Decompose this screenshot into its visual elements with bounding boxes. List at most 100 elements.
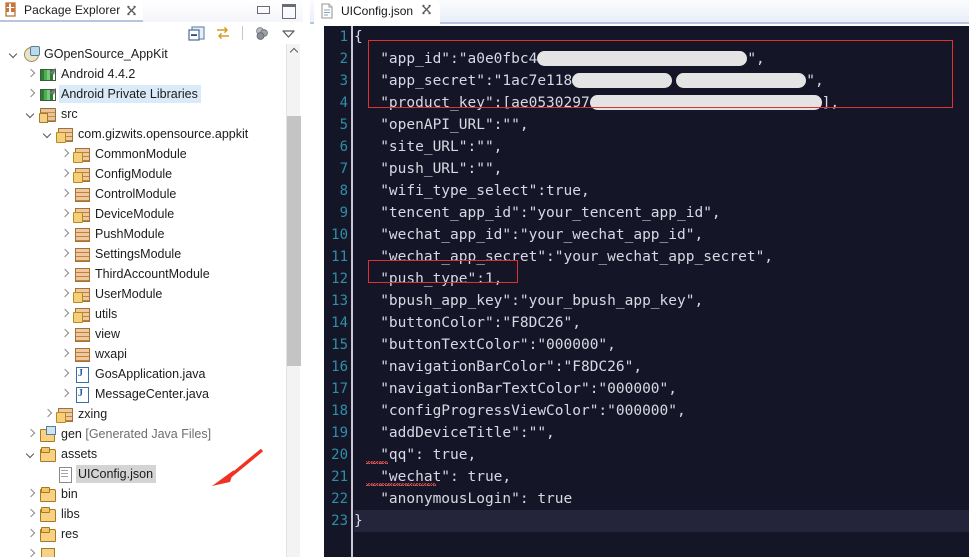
code-line[interactable]: "wechat_app_secret":"your_wechat_app_sec… (354, 246, 969, 268)
code-line[interactable]: "navigationBarColor":"F8DC26", (354, 356, 969, 378)
code-line[interactable]: "site_URL":"", (354, 136, 969, 158)
tree-item-label: ThirdAccountModule (93, 265, 213, 283)
tree-item-thirdaccountmodule[interactable]: ThirdAccountModule (0, 264, 286, 284)
chevron-right-icon[interactable] (23, 506, 39, 522)
link-with-editor-icon[interactable] (214, 25, 232, 42)
chevron-right-icon[interactable] (57, 326, 73, 342)
code-line[interactable]: "openAPI_URL":"", (354, 114, 969, 136)
focus-on-active-task-icon[interactable] (253, 25, 271, 42)
view-menu-icon[interactable] (279, 25, 297, 42)
scroll-up-arrow-icon[interactable] (287, 44, 301, 58)
minimize-view-button[interactable] (256, 3, 270, 16)
tree-item-devicemodule[interactable]: DeviceModule (0, 204, 286, 224)
chevron-down-icon[interactable] (23, 106, 39, 122)
tree-item-gopensource-appkit[interactable]: GOpenSource_AppKit (0, 44, 286, 64)
code-text: "bpush_app_key":"your_bpush_app_key", (354, 293, 703, 309)
code-line[interactable]: "wechat": true, (354, 466, 969, 488)
code-line[interactable]: "app_secret":"1ac7e118", (354, 70, 969, 92)
code-line[interactable]: "addDeviceTitle":"", (354, 422, 969, 444)
code-line[interactable]: "app_id":"a0e0fbc4", (354, 48, 969, 70)
code-line[interactable]: "tencent_app_id":"your_tencent_app_id", (354, 202, 969, 224)
code-line[interactable]: "product_key":[ae0530297], (354, 92, 969, 114)
chevron-right-icon[interactable] (23, 66, 39, 82)
chevron-down-icon[interactable] (40, 126, 56, 142)
scrollbar-thumb[interactable] (287, 116, 301, 366)
tree-item-android-private-libraries[interactable]: Android Private Libraries (0, 84, 286, 104)
tree-item-res[interactable]: res (0, 524, 286, 544)
code-line[interactable]: "wechat_app_id":"your_wechat_app_id", (354, 224, 969, 246)
chevron-right-icon[interactable] (57, 206, 73, 222)
tree-item-bin[interactable]: bin (0, 484, 286, 504)
chevron-right-icon[interactable] (57, 166, 73, 182)
tree-item-commonmodule[interactable]: CommonModule (0, 144, 286, 164)
code-line[interactable]: "configProgressViewColor":"000000", (354, 400, 969, 422)
chevron-right-icon[interactable] (23, 86, 39, 102)
tree-item-zxing[interactable]: zxing (0, 404, 286, 424)
close-icon[interactable] (126, 5, 137, 16)
tree-item-libs[interactable]: libs (0, 504, 286, 524)
chevron-right-icon[interactable] (57, 386, 73, 402)
code-line[interactable]: "qq": true, (354, 444, 969, 466)
code-line[interactable]: "anonymousLogin": true (354, 488, 969, 510)
chevron-right-icon[interactable] (57, 246, 73, 262)
tree-item-gosapplication-java[interactable]: GosApplication.java (0, 364, 286, 384)
tree-item-uiconfig-json[interactable]: UIConfig.json (0, 464, 286, 484)
json-code-editor[interactable]: 1234567891011121314151617181920212223 { … (324, 26, 969, 557)
chevron-right-icon[interactable] (57, 286, 73, 302)
chevron-right-icon[interactable] (57, 306, 73, 322)
chevron-right-icon[interactable] (57, 266, 73, 282)
panel-splitter[interactable] (303, 0, 310, 557)
code-line[interactable]: } (354, 510, 969, 532)
tree-item-usermodule[interactable]: UserModule (0, 284, 286, 304)
tree-item-gen[interactable]: gen [Generated Java Files] (0, 424, 286, 444)
chevron-right-icon[interactable] (23, 486, 39, 502)
tree-item-label: SettingsModule (93, 245, 184, 263)
chevron-right-icon[interactable] (57, 346, 73, 362)
code-line[interactable]: "buttonColor":"F8DC26", (354, 312, 969, 334)
tree-item-src[interactable]: src (0, 104, 286, 124)
sidebar-vertical-scrollbar[interactable] (286, 44, 300, 557)
chevron-right-icon[interactable] (23, 426, 39, 442)
tree-item-wxapi[interactable]: wxapi (0, 344, 286, 364)
chevron-right-icon[interactable] (23, 526, 39, 542)
line-number: 15 (324, 334, 350, 356)
tree-item-view[interactable]: view (0, 324, 286, 344)
code-text: "wechat_app_secret":"your_wechat_app_sec… (354, 249, 773, 265)
tree-item-configmodule[interactable]: ConfigModule (0, 164, 286, 184)
tree-item-utils[interactable]: utils (0, 304, 286, 324)
code-line[interactable]: "navigationBarTextColor":"000000", (354, 378, 969, 400)
chevron-right-icon[interactable] (57, 226, 73, 242)
code-line[interactable]: "push_type":1, (354, 268, 969, 290)
code-content[interactable]: { "app_id":"a0e0fbc4", "app_secret":"1ac… (354, 26, 969, 557)
tab-uiconfig-json[interactable]: UIConfig.json (314, 0, 440, 24)
tree-item-controlmodule[interactable]: ControlModule (0, 184, 286, 204)
tab-package-explorer[interactable]: Package Explorer (0, 0, 143, 22)
chevron-right-icon[interactable] (23, 546, 39, 557)
maximize-view-button[interactable] (281, 3, 295, 16)
code-line[interactable]: "buttonTextColor":"000000", (354, 334, 969, 356)
chevron-right-icon[interactable] (40, 406, 56, 422)
line-number: 3 (324, 70, 350, 92)
tree-item-partial[interactable] (0, 544, 286, 557)
collapse-all-icon[interactable] (188, 25, 206, 42)
package-warn-icon (56, 406, 74, 422)
tree-item-pushmodule[interactable]: PushModule (0, 224, 286, 244)
tree-item-messagecenter-java[interactable]: MessageCenter.java (0, 384, 286, 404)
project-tree[interactable]: GOpenSource_AppKitAndroid 4.4.2Android P… (0, 44, 286, 557)
code-line[interactable]: "push_URL":"", (354, 158, 969, 180)
chevron-down-icon[interactable] (6, 46, 22, 62)
chevron-down-icon[interactable] (23, 446, 39, 462)
chevron-right-icon[interactable] (57, 146, 73, 162)
tree-item-com-gizwits-opensource-appkit[interactable]: com.gizwits.opensource.appkit (0, 124, 286, 144)
code-line[interactable]: { (354, 26, 969, 48)
tree-item-label: GOpenSource_AppKit (42, 45, 171, 63)
tree-item-android-4-4-2[interactable]: Android 4.4.2 (0, 64, 286, 84)
chevron-right-icon[interactable] (57, 366, 73, 382)
close-icon[interactable] (421, 4, 432, 18)
code-line[interactable]: "wifi_type_select":true, (354, 180, 969, 202)
tree-item-settingsmodule[interactable]: SettingsModule (0, 244, 286, 264)
line-number: 18 (324, 400, 350, 422)
chevron-right-icon[interactable] (57, 186, 73, 202)
code-line[interactable]: "bpush_app_key":"your_bpush_app_key", (354, 290, 969, 312)
tree-item-assets[interactable]: assets (0, 444, 286, 464)
